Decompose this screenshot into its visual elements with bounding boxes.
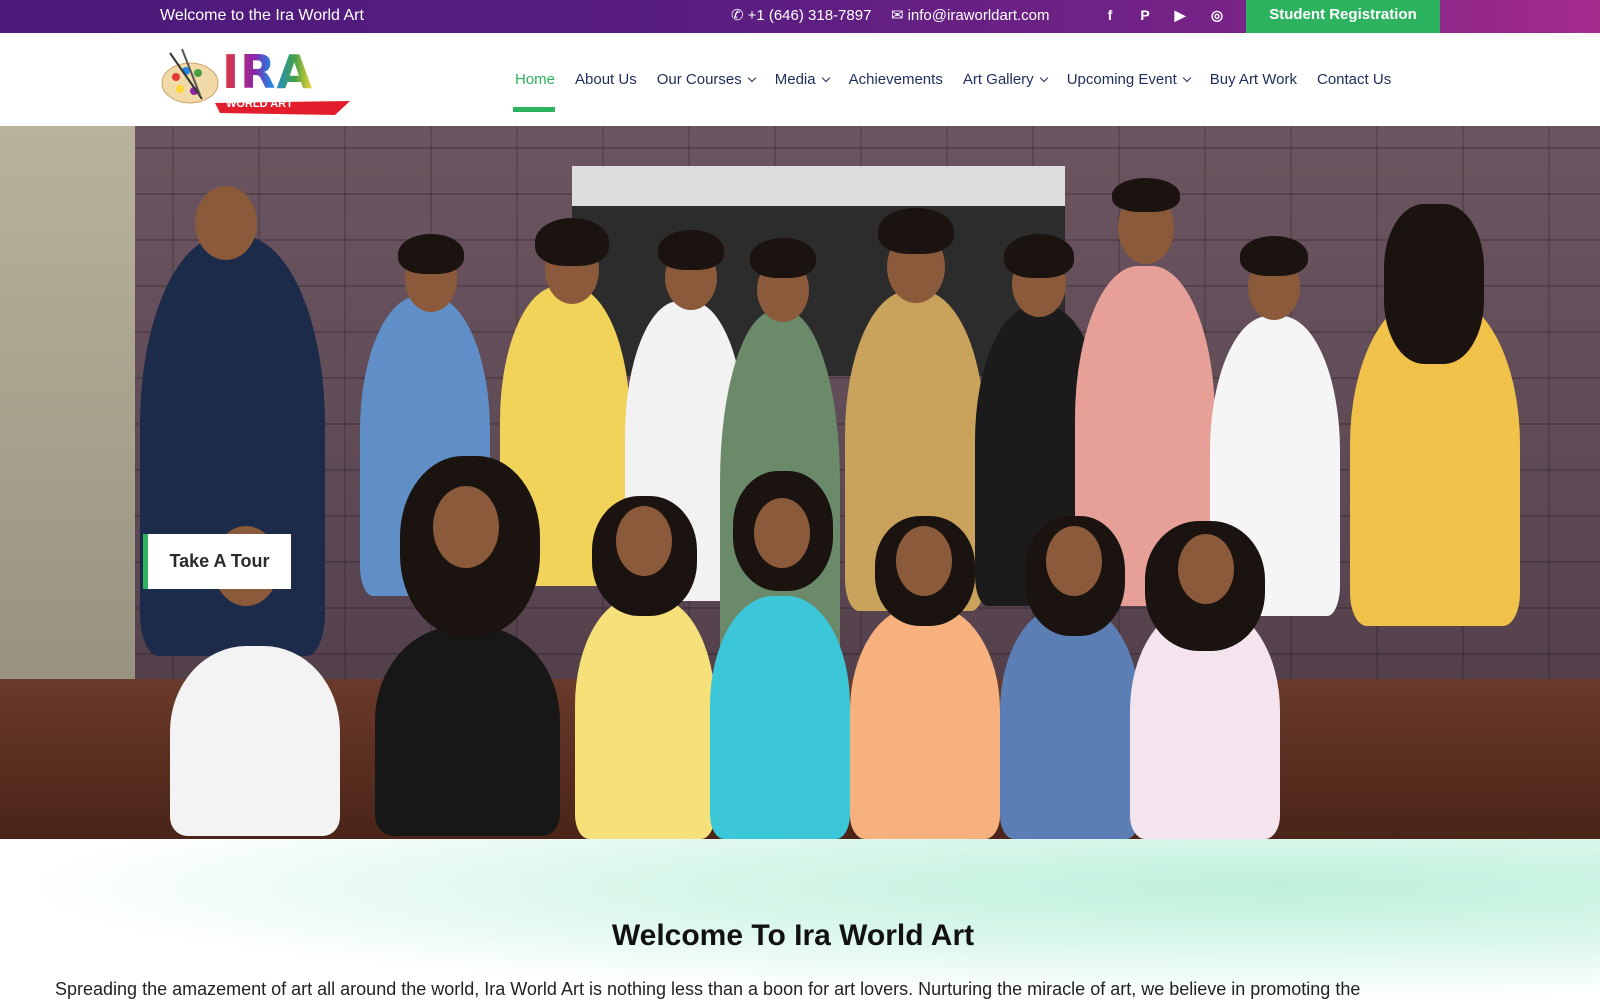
nav-label: Our Courses — [656, 71, 742, 88]
chevron-down-icon — [821, 73, 830, 82]
nav-item-media[interactable]: Media — [774, 33, 830, 126]
take-a-tour-button[interactable]: Take A Tour — [143, 534, 291, 589]
nav-item-about-us[interactable]: About Us — [575, 33, 637, 126]
email-link[interactable]: ✉ info@iraworldart.com — [891, 6, 1050, 25]
mail-icon: ✉ — [891, 7, 904, 24]
nav-item-contact-us[interactable]: Contact Us — [1317, 33, 1391, 126]
phone-link[interactable]: ✆ +1 (646) 318-7897 — [731, 6, 872, 25]
phone-icon: ✆ — [731, 7, 744, 24]
email-address: info@iraworldart.com — [907, 6, 1050, 24]
main-header: IRA WORLD ART Home About Us Our Courses … — [0, 33, 1600, 126]
welcome-heading: Welcome To Ira World Art — [611, 919, 975, 952]
nav-label: Art Gallery — [962, 71, 1034, 88]
logo-main-text: IRA — [222, 45, 314, 99]
nav-label: Buy Art Work — [1209, 71, 1297, 88]
facebook-icon[interactable]: f — [1100, 5, 1120, 25]
chevron-down-icon — [1039, 73, 1048, 82]
nav-label: Achievements — [848, 71, 943, 88]
nav-label: Home — [515, 71, 556, 88]
welcome-section: Welcome To Ira World Art Spreading the a… — [0, 839, 1600, 1000]
nav-label: About Us — [575, 71, 637, 88]
nav-item-home[interactable]: Home — [505, 33, 556, 126]
student-registration-button[interactable]: Student Registration — [1246, 0, 1440, 33]
chevron-down-icon — [1182, 73, 1191, 82]
nav-item-our-courses[interactable]: Our Courses — [656, 33, 756, 126]
instagram-icon[interactable]: ◎ — [1207, 5, 1227, 25]
hero-slider: Take A Tour — [0, 126, 1600, 839]
logo-sub-text: WORLD ART — [226, 98, 293, 110]
nav-label: Upcoming Event — [1066, 71, 1177, 88]
youtube-icon[interactable]: ▶ — [1170, 5, 1190, 25]
main-nav: Home About Us Our Courses Media Achievem… — [505, 33, 1411, 126]
chevron-down-icon — [747, 73, 756, 82]
welcome-body: Spreading the amazement of art all aroun… — [55, 979, 1361, 999]
nav-item-upcoming-event[interactable]: Upcoming Event — [1066, 33, 1191, 126]
pinterest-icon[interactable]: P — [1135, 5, 1155, 25]
nav-item-art-gallery[interactable]: Art Gallery — [962, 33, 1048, 126]
site-logo[interactable]: IRA WORLD ART — [160, 43, 360, 115]
nav-item-buy-art-work[interactable]: Buy Art Work — [1210, 33, 1297, 126]
phone-number: +1 (646) 318-7897 — [747, 6, 872, 24]
nav-label: Contact Us — [1317, 71, 1392, 88]
nav-label: Media — [774, 71, 816, 88]
nav-item-achievements[interactable]: Achievements — [849, 33, 943, 126]
welcome-text: Welcome to the Ira World Art — [160, 7, 364, 24]
top-bar: Welcome to the Ira World Art ✆ +1 (646) … — [0, 0, 1600, 33]
